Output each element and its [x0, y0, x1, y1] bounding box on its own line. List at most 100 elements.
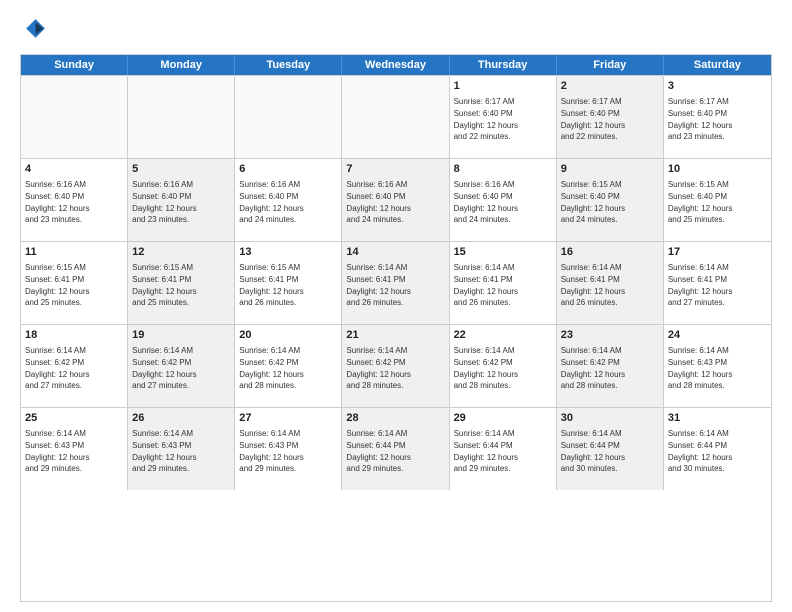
day-number: 28 — [346, 411, 444, 426]
calendar-cell: 20 Sunrise: 6:14 AM Sunset: 6:42 PM Dayli… — [235, 325, 342, 407]
day-number: 30 — [561, 411, 659, 426]
calendar-cell: 6 Sunrise: 6:16 AM Sunset: 6:40 PM Daylig… — [235, 159, 342, 241]
cell-info: Sunrise: 6:14 AM Sunset: 6:44 PM Dayligh… — [346, 428, 444, 474]
day-header-thursday: Thursday — [450, 55, 557, 75]
day-number: 10 — [668, 162, 767, 177]
cell-info: Sunrise: 6:16 AM Sunset: 6:40 PM Dayligh… — [239, 179, 337, 225]
cell-info: Sunrise: 6:14 AM Sunset: 6:44 PM Dayligh… — [668, 428, 767, 474]
day-number: 8 — [454, 162, 552, 177]
cell-info: Sunrise: 6:14 AM Sunset: 6:43 PM Dayligh… — [668, 345, 767, 391]
day-number: 29 — [454, 411, 552, 426]
calendar-body: 1 Sunrise: 6:17 AM Sunset: 6:40 PM Daylig… — [21, 75, 771, 490]
page: SundayMondayTuesdayWednesdayThursdayFrid… — [0, 0, 792, 612]
cell-info: Sunrise: 6:14 AM Sunset: 6:42 PM Dayligh… — [346, 345, 444, 391]
cell-info: Sunrise: 6:17 AM Sunset: 6:40 PM Dayligh… — [454, 96, 552, 142]
day-number: 3 — [668, 79, 767, 94]
cell-info: Sunrise: 6:16 AM Sunset: 6:40 PM Dayligh… — [454, 179, 552, 225]
calendar-cell: 4 Sunrise: 6:16 AM Sunset: 6:40 PM Daylig… — [21, 159, 128, 241]
calendar-cell: 5 Sunrise: 6:16 AM Sunset: 6:40 PM Daylig… — [128, 159, 235, 241]
cell-info: Sunrise: 6:14 AM Sunset: 6:44 PM Dayligh… — [454, 428, 552, 474]
calendar-header: SundayMondayTuesdayWednesdayThursdayFrid… — [21, 55, 771, 75]
calendar-cell: 25Sunrise: 6:14 AM Sunset: 6:43 PM Dayli… — [21, 408, 128, 490]
calendar: SundayMondayTuesdayWednesdayThursdayFrid… — [20, 54, 772, 602]
day-number: 2 — [561, 79, 659, 94]
calendar-cell: 18 Sunrise: 6:14 AM Sunset: 6:42 PM Dayli… — [21, 325, 128, 407]
cell-info: Sunrise: 6:14 AM Sunset: 6:41 PM Dayligh… — [454, 262, 552, 308]
day-number: 17 — [668, 245, 767, 260]
cell-info: Sunrise: 6:14 AM Sunset: 6:43 PM Dayligh… — [239, 428, 337, 474]
calendar-cell: 15 Sunrise: 6:14 AM Sunset: 6:41 PM Dayli… — [450, 242, 557, 324]
calendar-cell: 24 Sunrise: 6:14 AM Sunset: 6:43 PM Dayli… — [664, 325, 771, 407]
cell-info: Sunrise: 6:15 AM Sunset: 6:41 PM Dayligh… — [25, 262, 123, 308]
cell-info: Sunrise: 6:14 AM Sunset: 6:42 PM Dayligh… — [25, 345, 123, 391]
cell-info: Sunrise: 6:15 AM Sunset: 6:41 PM Dayligh… — [239, 262, 337, 308]
calendar-row-4: 25 Sunrise: 6:14 AM Sunset: 6:43 PM Dayli… — [21, 407, 771, 490]
calendar-row-2: 11 Sunrise: 6:15 AM Sunset: 6:41 PM Dayli… — [21, 241, 771, 324]
day-header-tuesday: Tuesday — [235, 55, 342, 75]
day-number: 13 — [239, 245, 337, 260]
calendar-cell: 31 Sunrise: 6:14 AM Sunset: 6:44 PM Dayli… — [664, 408, 771, 490]
calendar-cell: 14Sunrise: 6:14 AM Sunset: 6:41 PM Dayli… — [342, 242, 449, 324]
cell-info: Sunrise: 6:14 AM Sunset: 6:42 PM Dayligh… — [561, 345, 659, 391]
cell-info: Sunrise: 6:15 AM Sunset: 6:40 PM Dayligh… — [668, 179, 767, 225]
cell-info: Sunrise: 6:14 AM Sunset: 6:41 PM Dayligh… — [561, 262, 659, 308]
day-number: 12 — [132, 245, 230, 260]
calendar-cell: 10 Sunrise: 6:15 AM Sunset: 6:40 PM Dayli… — [664, 159, 771, 241]
day-header-friday: Friday — [557, 55, 664, 75]
calendar-cell: 27Sunrise: 6:14 AM Sunset: 6:43 PM Dayli… — [235, 408, 342, 490]
day-number: 4 — [25, 162, 123, 177]
calendar-cell — [21, 76, 128, 158]
cell-info: Sunrise: 6:14 AM Sunset: 6:41 PM Dayligh… — [668, 262, 767, 308]
day-number: 7 — [346, 162, 444, 177]
day-number: 20 — [239, 328, 337, 343]
calendar-cell: 11 Sunrise: 6:15 AM Sunset: 6:41 PM Dayli… — [21, 242, 128, 324]
day-header-saturday: Saturday — [664, 55, 771, 75]
cell-info: Sunrise: 6:14 AM Sunset: 6:43 PM Dayligh… — [132, 428, 230, 474]
day-number: 18 — [25, 328, 123, 343]
calendar-cell: 26Sunrise: 6:14 AM Sunset: 6:43 PM Dayli… — [128, 408, 235, 490]
calendar-cell — [235, 76, 342, 158]
cell-info: Sunrise: 6:16 AM Sunset: 6:40 PM Dayligh… — [132, 179, 230, 225]
cell-info: Sunrise: 6:14 AM Sunset: 6:42 PM Dayligh… — [454, 345, 552, 391]
day-number: 9 — [561, 162, 659, 177]
calendar-cell: 9Sunrise: 6:15 AM Sunset: 6:40 PM Daylig… — [557, 159, 664, 241]
calendar-cell: 23Sunrise: 6:14 AM Sunset: 6:42 PM Dayli… — [557, 325, 664, 407]
cell-info: Sunrise: 6:14 AM Sunset: 6:42 PM Dayligh… — [239, 345, 337, 391]
logo-icon — [20, 16, 48, 44]
day-number: 1 — [454, 79, 552, 94]
calendar-cell: 19 Sunrise: 6:14 AM Sunset: 6:42 PM Dayli… — [128, 325, 235, 407]
calendar-cell: 3 Sunrise: 6:17 AM Sunset: 6:40 PM Daylig… — [664, 76, 771, 158]
day-number: 24 — [668, 328, 767, 343]
day-number: 19 — [132, 328, 230, 343]
calendar-cell: 28 Sunrise: 6:14 AM Sunset: 6:44 PM Dayli… — [342, 408, 449, 490]
day-number: 5 — [132, 162, 230, 177]
calendar-cell: 29 Sunrise: 6:14 AM Sunset: 6:44 PM Dayli… — [450, 408, 557, 490]
calendar-cell — [128, 76, 235, 158]
calendar-row-0: 1 Sunrise: 6:17 AM Sunset: 6:40 PM Daylig… — [21, 75, 771, 158]
day-number: 6 — [239, 162, 337, 177]
day-number: 15 — [454, 245, 552, 260]
calendar-cell — [342, 76, 449, 158]
day-header-monday: Monday — [128, 55, 235, 75]
day-header-sunday: Sunday — [21, 55, 128, 75]
day-number: 14 — [346, 245, 444, 260]
calendar-cell: 13 Sunrise: 6:15 AM Sunset: 6:41 PM Dayli… — [235, 242, 342, 324]
day-number: 31 — [668, 411, 767, 426]
cell-info: Sunrise: 6:15 AM Sunset: 6:41 PM Dayligh… — [132, 262, 230, 308]
cell-info: Sunrise: 6:14 AM Sunset: 6:42 PM Dayligh… — [132, 345, 230, 391]
cell-info: Sunrise: 6:17 AM Sunset: 6:40 PM Dayligh… — [668, 96, 767, 142]
cell-info: Sunrise: 6:14 AM Sunset: 6:44 PM Dayligh… — [561, 428, 659, 474]
day-number: 22 — [454, 328, 552, 343]
day-number: 25 — [25, 411, 123, 426]
calendar-cell: 21Sunrise: 6:14 AM Sunset: 6:42 PM Dayli… — [342, 325, 449, 407]
calendar-row-1: 4 Sunrise: 6:16 AM Sunset: 6:40 PM Daylig… — [21, 158, 771, 241]
calendar-cell: 17 Sunrise: 6:14 AM Sunset: 6:41 PM Dayli… — [664, 242, 771, 324]
cell-info: Sunrise: 6:16 AM Sunset: 6:40 PM Dayligh… — [25, 179, 123, 225]
day-number: 11 — [25, 245, 123, 260]
cell-info: Sunrise: 6:16 AM Sunset: 6:40 PM Dayligh… — [346, 179, 444, 225]
calendar-cell: 1 Sunrise: 6:17 AM Sunset: 6:40 PM Daylig… — [450, 76, 557, 158]
header — [20, 16, 772, 44]
logo — [20, 16, 52, 44]
calendar-cell: 16Sunrise: 6:14 AM Sunset: 6:41 PM Dayli… — [557, 242, 664, 324]
day-header-wednesday: Wednesday — [342, 55, 449, 75]
